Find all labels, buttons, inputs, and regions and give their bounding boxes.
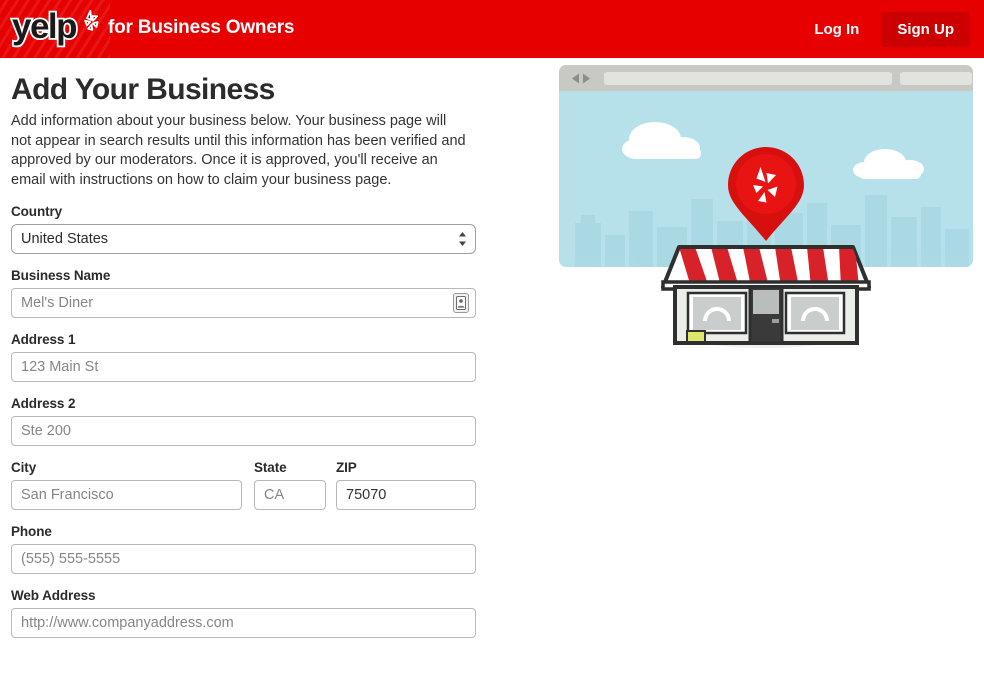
page-description: Add information about your business belo…: [11, 112, 469, 190]
yelp-burst-icon: [77, 8, 107, 38]
contact-card-icon[interactable]: [453, 293, 469, 313]
city-state-zip-row: City State ZIP: [11, 460, 481, 510]
city-skyline-silhouette: [559, 177, 973, 267]
field-address2: Address 2: [11, 396, 481, 446]
address2-input[interactable]: [11, 416, 476, 446]
field-zip: ZIP: [336, 460, 476, 510]
label-address2: Address 2: [11, 396, 481, 411]
label-phone: Phone: [11, 524, 481, 539]
web-address-input[interactable]: [11, 608, 476, 638]
brand-tagline: for Business Owners: [108, 17, 294, 39]
page-body: Add Your Business Add information about …: [0, 58, 984, 691]
cloud-icon-left: [621, 119, 713, 161]
header-actions: Log In Sign Up: [804, 0, 984, 58]
address1-input[interactable]: [11, 352, 476, 382]
field-web-address: Web Address: [11, 588, 481, 638]
label-state: State: [254, 460, 326, 475]
field-address1: Address 1: [11, 332, 481, 382]
store-shadow: [676, 314, 856, 348]
field-business-name: Business Name: [11, 268, 481, 318]
browser-search-bar[interactable]: [900, 72, 972, 85]
label-city: City: [11, 460, 242, 475]
label-country: Country: [11, 204, 481, 219]
storefront-browser-illustration: [559, 65, 973, 365]
country-select[interactable]: United States: [11, 224, 476, 254]
signup-button[interactable]: Sign Up: [881, 12, 970, 47]
field-phone: Phone: [11, 524, 481, 574]
business-name-input[interactable]: [11, 288, 476, 318]
field-country: Country United States: [11, 204, 481, 254]
phone-input[interactable]: [11, 544, 476, 574]
city-input[interactable]: [11, 480, 242, 510]
login-link[interactable]: Log In: [804, 15, 869, 44]
label-address1: Address 1: [11, 332, 481, 347]
yelp-logo[interactable]: yelp: [12, 7, 107, 47]
yelp-logo-text: yelp: [12, 7, 76, 47]
zip-input[interactable]: [336, 480, 476, 510]
illustration-sky: [559, 91, 973, 267]
label-web-address: Web Address: [11, 588, 481, 603]
browser-nav-arrows-icon[interactable]: [570, 73, 594, 84]
label-zip: ZIP: [336, 460, 476, 475]
state-input[interactable]: [254, 480, 326, 510]
browser-chrome-bar: [559, 65, 973, 91]
cloud-icon-right: [851, 145, 931, 181]
page-title: Add Your Business: [11, 58, 481, 109]
browser-address-bar[interactable]: [604, 72, 892, 85]
add-business-form: Add Your Business Add information about …: [11, 58, 481, 638]
field-city: City: [11, 460, 242, 510]
label-business-name: Business Name: [11, 268, 481, 283]
store-facade: [675, 287, 857, 343]
site-header: yelp for Business Owners Log In Sign Up: [0, 0, 984, 58]
field-state: State: [254, 460, 326, 510]
